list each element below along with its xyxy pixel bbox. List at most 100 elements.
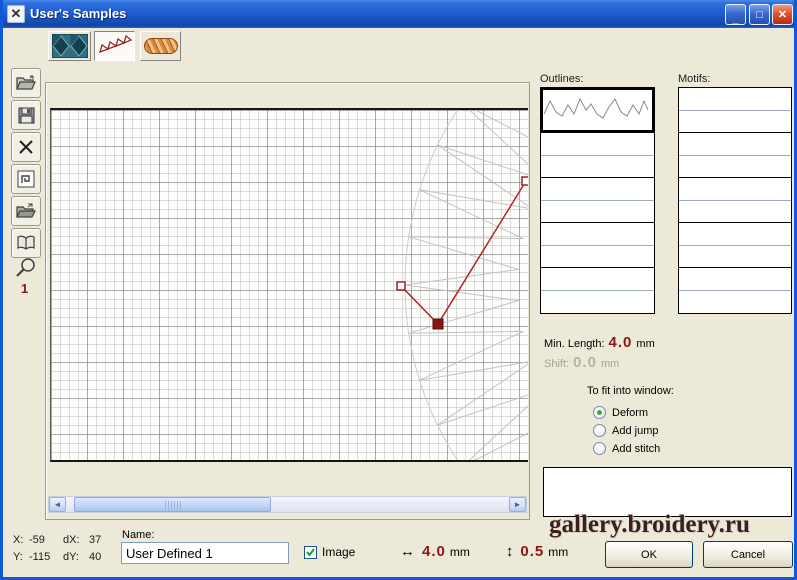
- radio-add-jump-label: Add jump: [612, 425, 658, 437]
- motif-item[interactable]: [679, 133, 791, 178]
- outline-baseline: [541, 155, 654, 156]
- close-button[interactable]: ✕: [772, 4, 793, 25]
- scroll-right-button[interactable]: ►: [509, 497, 526, 512]
- motif-baseline: [679, 110, 791, 111]
- save-icon: [18, 107, 35, 124]
- name-label: Name:: [122, 529, 154, 541]
- outline-item[interactable]: [541, 133, 654, 178]
- min-length-unit: mm: [636, 338, 654, 350]
- cord-stitch-icon: [144, 38, 178, 54]
- radio-add-jump-icon: [593, 424, 606, 437]
- stitch-canvas[interactable]: [50, 108, 528, 462]
- scroll-left-button[interactable]: ◄: [49, 497, 66, 512]
- stitch-height-value: 0.5: [520, 543, 544, 560]
- motif-baseline: [679, 155, 791, 156]
- dx-value: 37: [89, 534, 113, 546]
- coordinates-readout: X: -59 dX: 37 Y: -115 dY: 40: [13, 534, 113, 563]
- stitch-width-unit: mm: [450, 545, 470, 559]
- minimize-icon: _: [732, 13, 738, 25]
- delete-sample-button[interactable]: [11, 132, 41, 162]
- close-icon: ✕: [778, 8, 787, 21]
- motif-baseline: [679, 200, 791, 201]
- stitch-node-start[interactable]: [397, 282, 405, 290]
- ok-button[interactable]: OK: [605, 541, 693, 568]
- outline-baseline: [541, 290, 654, 291]
- canvas-hscrollbar[interactable]: ◄ ►: [48, 496, 527, 513]
- motif-baseline: [679, 290, 791, 291]
- radio-deform-label: Deform: [612, 407, 648, 419]
- fill-pattern-icon: [52, 34, 88, 58]
- radio-add-stitch[interactable]: Add stitch: [593, 442, 660, 455]
- motif-item[interactable]: [679, 223, 791, 268]
- stitch-size-readout: ↔ 4.0 mm ↕ 0.5 mm: [400, 543, 568, 560]
- maximize-icon: □: [756, 9, 763, 21]
- dy-label: dY:: [63, 551, 89, 563]
- maximize-button[interactable]: □: [749, 4, 770, 25]
- outline-item[interactable]: [541, 268, 654, 313]
- x-value: -59: [29, 534, 63, 546]
- delete-x-icon: [18, 139, 34, 155]
- image-checkbox[interactable]: [304, 546, 317, 559]
- x-label: X:: [13, 534, 29, 546]
- min-length-value: 4.0: [609, 334, 633, 351]
- shift-value: 0.0: [573, 354, 597, 371]
- book-icon: [17, 235, 35, 251]
- shift-label: Shift:: [544, 358, 569, 370]
- radio-deform-icon: [593, 406, 606, 419]
- shift-row: Shift: 0.0 mm: [544, 354, 619, 371]
- check-icon: [305, 547, 316, 558]
- outline-item[interactable]: [541, 178, 654, 223]
- motif-item[interactable]: [679, 88, 791, 133]
- stitch-node-selected[interactable]: [433, 319, 443, 329]
- open-sample-button[interactable]: [11, 68, 41, 98]
- outline-item[interactable]: [541, 223, 654, 268]
- scroll-right-icon: ►: [514, 500, 522, 509]
- outline-item-selected[interactable]: [541, 88, 654, 133]
- name-input[interactable]: [121, 542, 289, 564]
- radio-add-jump[interactable]: Add jump: [593, 424, 658, 437]
- cord-stitch-sample-button[interactable]: [140, 31, 181, 61]
- stitch-node-end[interactable]: [522, 177, 528, 185]
- zoom-level: 1: [21, 281, 28, 296]
- library-button[interactable]: [11, 228, 41, 258]
- import-folder-icon: [16, 203, 36, 219]
- minimize-button[interactable]: _: [725, 4, 746, 25]
- outlines-label: Outlines:: [540, 73, 583, 85]
- motif-item[interactable]: [679, 178, 791, 223]
- y-label: Y:: [13, 551, 29, 563]
- dx-label: dX:: [63, 534, 89, 546]
- canvas-panel: ◄ ►: [45, 82, 530, 520]
- stitch-width-value: 4.0: [422, 543, 446, 560]
- edit-outline-icon: [17, 170, 35, 188]
- radio-add-stitch-label: Add stitch: [612, 443, 660, 455]
- min-length-label: Min. Length:: [544, 338, 605, 350]
- watermark-text: gallery.broidery.ru: [549, 511, 750, 539]
- cancel-button[interactable]: Cancel: [703, 541, 793, 568]
- motif-baseline: [679, 245, 791, 246]
- y-value: -115: [29, 551, 63, 563]
- stitch-preview: [51, 110, 528, 460]
- fill-pattern-sample-button[interactable]: [48, 31, 91, 61]
- min-length-row: Min. Length: 4.0 mm: [544, 334, 655, 351]
- outlines-list: [540, 87, 655, 314]
- outline-stitch-sample-button[interactable]: [94, 31, 135, 61]
- radio-deform[interactable]: Deform: [593, 406, 648, 419]
- dy-value: 40: [89, 551, 113, 563]
- scrollbar-grip: [165, 501, 181, 510]
- outline-baseline: [541, 245, 654, 246]
- edit-outline-button[interactable]: [11, 164, 41, 194]
- description-box[interactable]: [543, 467, 792, 517]
- scrollbar-thumb[interactable]: [74, 497, 271, 512]
- zoom-tool[interactable]: [15, 257, 37, 282]
- app-icon-glyph: ✕: [11, 6, 22, 22]
- titlebar: ✕ User's Samples _ □ ✕: [0, 0, 797, 28]
- motif-item[interactable]: [679, 268, 791, 313]
- import-sample-button[interactable]: [11, 196, 41, 226]
- image-checkbox-label: Image: [322, 545, 355, 559]
- image-checkbox-row[interactable]: Image: [304, 545, 355, 559]
- motifs-list: [678, 87, 792, 314]
- save-sample-button[interactable]: [11, 100, 41, 130]
- shift-unit: mm: [601, 358, 619, 370]
- width-arrow-icon: ↔: [400, 543, 415, 560]
- app-icon: ✕: [7, 5, 25, 23]
